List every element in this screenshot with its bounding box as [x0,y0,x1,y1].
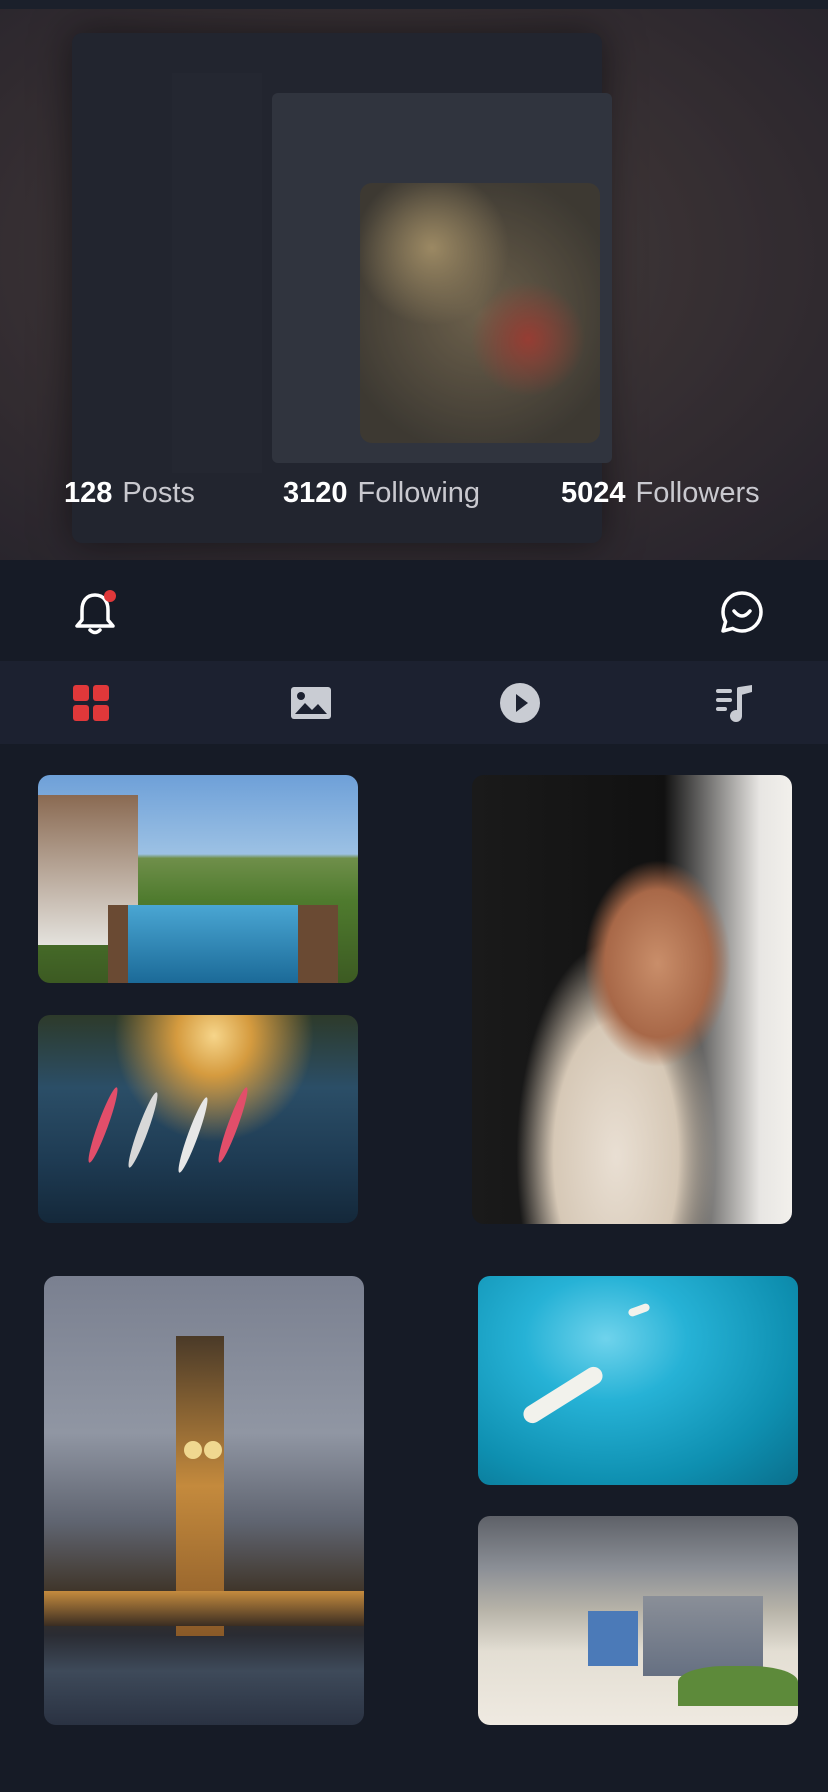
play-icon [500,683,540,723]
stat-following-value: 3120 [283,477,348,509]
profile-stats: 128 Posts 3120 Following 5024 Followers [0,465,828,525]
stat-posts-label: Posts [122,477,195,509]
gallery-item-yacht-sea[interactable] [478,1276,798,1485]
profile-tab-bar [0,661,828,744]
stat-followers-label: Followers [635,477,760,509]
gallery-item-kayakers[interactable] [38,1015,358,1223]
gallery-item-house-pool[interactable] [38,775,358,983]
notifications-button[interactable] [72,590,118,636]
tab-music[interactable] [712,681,758,725]
gallery-item-portrait[interactable] [472,775,792,1224]
tab-photos[interactable] [288,681,334,725]
tab-grid[interactable] [68,681,114,725]
stat-following[interactable]: 3120 Following [283,477,480,510]
stat-following-label: Following [357,477,481,509]
notification-badge [104,590,116,602]
music-playlist-icon [716,685,752,722]
gallery-item-beach-huts[interactable] [478,1516,798,1725]
image-icon [291,687,331,719]
chat-icon [721,591,763,633]
tab-videos[interactable] [497,681,543,725]
messages-button[interactable] [720,590,764,634]
stat-posts[interactable]: 128 Posts [64,477,195,510]
stat-posts-value: 128 [64,477,113,509]
status-bar [0,0,828,9]
action-bar [0,560,828,661]
gallery-item-big-ben[interactable] [44,1276,364,1725]
stat-followers-value: 5024 [561,477,626,509]
grid-icon [73,685,109,721]
stat-followers[interactable]: 5024 Followers [561,477,760,510]
